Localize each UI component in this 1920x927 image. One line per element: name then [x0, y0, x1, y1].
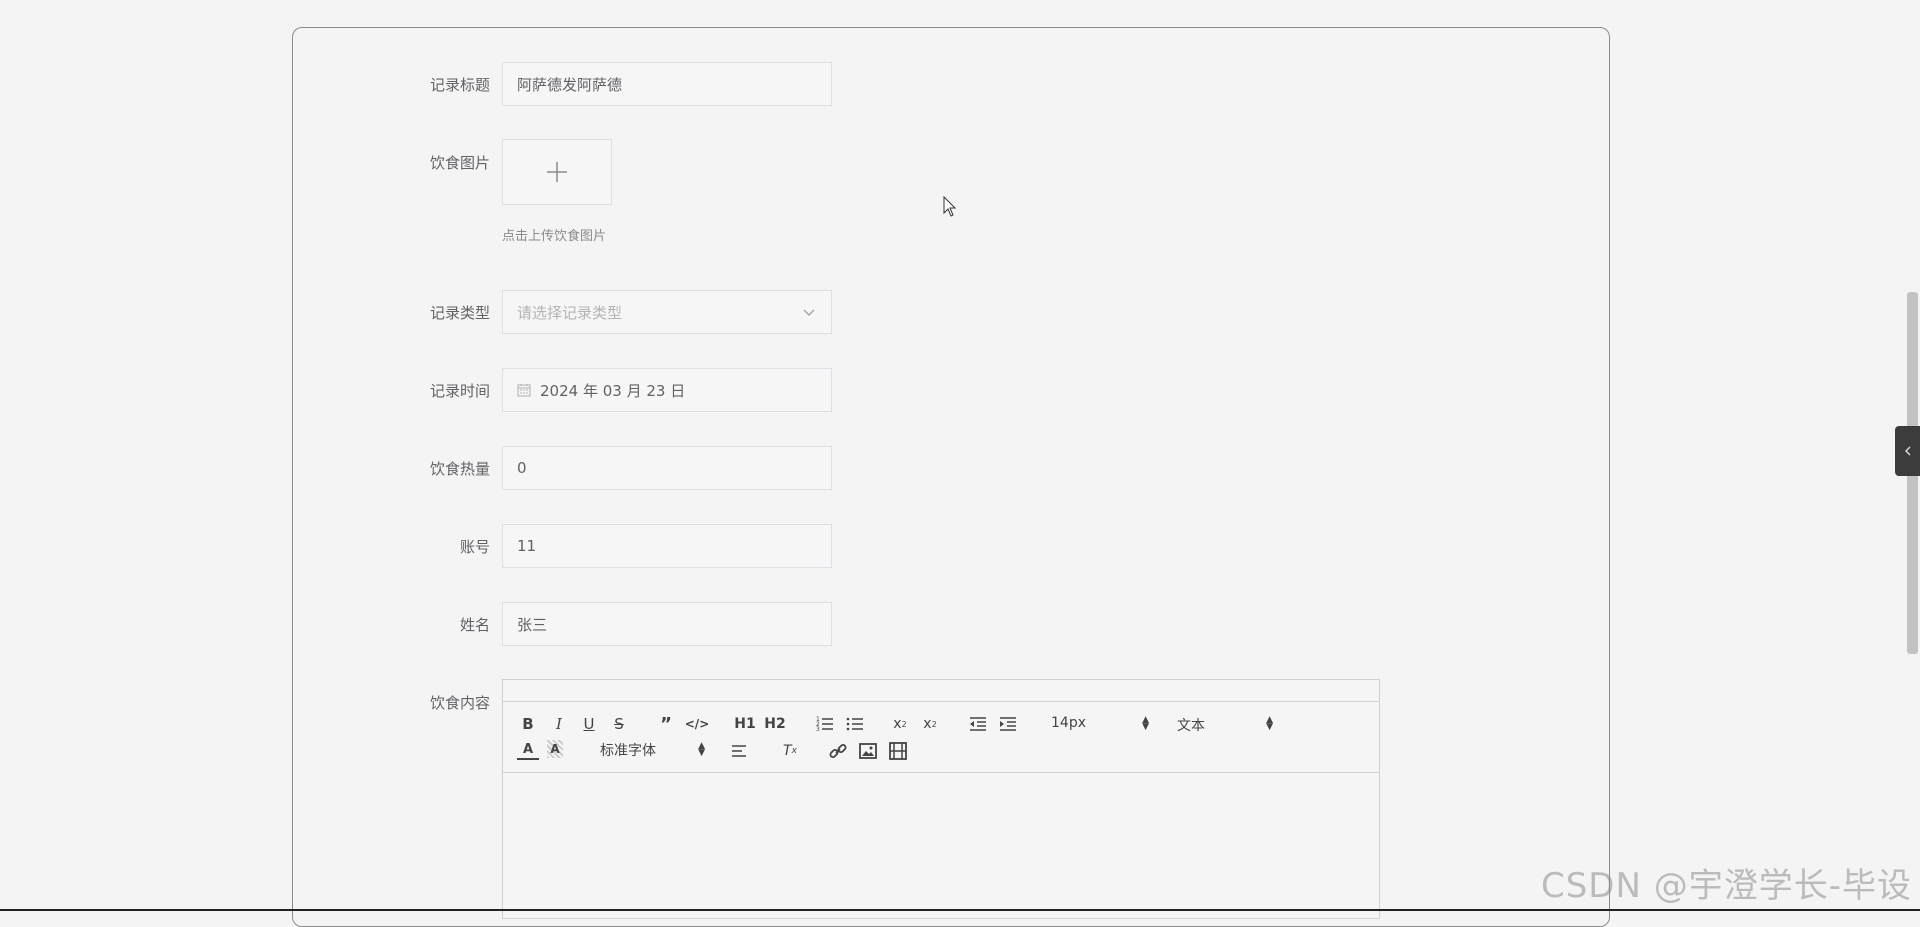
- content-label: 饮食内容: [429, 694, 490, 712]
- underline-icon[interactable]: U: [578, 713, 600, 735]
- h2-button[interactable]: H2: [764, 713, 786, 735]
- bold-icon[interactable]: B: [517, 713, 539, 735]
- name-input-value: 张三: [517, 615, 548, 634]
- type-label: 记录类型: [429, 304, 490, 322]
- account-input[interactable]: 11: [502, 524, 832, 568]
- italic-icon[interactable]: I: [548, 713, 570, 735]
- ordered-list-icon[interactable]: 123: [814, 713, 836, 735]
- header-select-value: 文本: [1177, 718, 1205, 734]
- image-icon[interactable]: [857, 740, 879, 762]
- select-arrows-icon: ▲ ▼: [698, 741, 705, 758]
- date-picker-input[interactable]: 2024 年 03 月 23 日: [502, 368, 832, 412]
- outdent-icon[interactable]: [967, 713, 989, 735]
- calories-label: 饮食热量: [429, 460, 490, 478]
- image-label: 饮食图片: [429, 154, 490, 172]
- side-panel-toggle[interactable]: [1895, 426, 1920, 476]
- video-icon[interactable]: [887, 740, 909, 762]
- select-arrows-icon: ▲ ▼: [1266, 715, 1273, 732]
- code-icon[interactable]: </>: [685, 713, 710, 735]
- select-arrows-icon: ▲ ▼: [1142, 715, 1149, 732]
- link-icon[interactable]: [827, 740, 849, 762]
- font-size-select[interactable]: 14px ▲ ▼: [1051, 714, 1149, 734]
- editor-toolbar: B I U S ” </> H1 H2 123 x2 x2 14px ▲ ▼ 文…: [503, 701, 1379, 773]
- title-input[interactable]: 阿萨德发阿萨德: [502, 62, 832, 106]
- header-select[interactable]: 文本 ▲ ▼: [1177, 714, 1273, 735]
- h2-label: H2: [764, 716, 786, 732]
- cursor-icon: [943, 196, 957, 217]
- title-input-value: 阿萨德发阿萨德: [517, 75, 623, 94]
- calories-input-value: 0: [517, 459, 527, 477]
- indent-icon[interactable]: [997, 713, 1019, 735]
- subscript-icon[interactable]: x2: [889, 713, 911, 735]
- title-label: 记录标题: [429, 76, 490, 94]
- superscript-icon[interactable]: x2: [919, 713, 941, 735]
- font-size-value: 14px: [1051, 715, 1086, 731]
- svg-text:3: 3: [816, 726, 820, 733]
- plus-icon: [547, 162, 567, 182]
- image-upload-hint: 点击上传饮食图片: [502, 229, 607, 244]
- h1-label: H1: [734, 716, 756, 732]
- background-color-icon[interactable]: A: [547, 740, 563, 758]
- bullet-list-icon[interactable]: [844, 713, 866, 735]
- strike-icon[interactable]: S: [608, 713, 630, 735]
- align-icon[interactable]: [729, 740, 751, 762]
- font-family-select[interactable]: 标准字体 ▲ ▼: [600, 740, 705, 760]
- blockquote-icon[interactable]: ”: [655, 713, 677, 735]
- calories-input[interactable]: 0: [502, 446, 832, 490]
- chevron-down-icon: [803, 309, 815, 316]
- account-label: 账号: [459, 538, 490, 556]
- image-upload-button[interactable]: [502, 139, 612, 205]
- time-label: 记录时间: [429, 382, 490, 400]
- clear-format-icon[interactable]: Tx: [779, 740, 801, 762]
- font-color-icon[interactable]: A: [517, 740, 539, 760]
- type-select[interactable]: 请选择记录类型: [502, 290, 832, 334]
- type-select-placeholder: 请选择记录类型: [517, 303, 623, 322]
- chevron-left-icon: [1904, 446, 1910, 456]
- font-family-value: 标准字体: [600, 743, 656, 759]
- watermark: CSDN @宇澄学长-毕设: [1540, 866, 1912, 906]
- account-input-value: 11: [517, 537, 537, 555]
- name-input[interactable]: 张三: [502, 602, 832, 646]
- name-label: 姓名: [459, 616, 490, 634]
- calendar-icon: [517, 384, 531, 397]
- h1-button[interactable]: H1: [734, 713, 756, 735]
- rich-text-editor: B I U S ” </> H1 H2 123 x2 x2 14px ▲ ▼ 文…: [502, 679, 1380, 919]
- date-picker-value: 2024 年 03 月 23 日: [540, 381, 686, 400]
